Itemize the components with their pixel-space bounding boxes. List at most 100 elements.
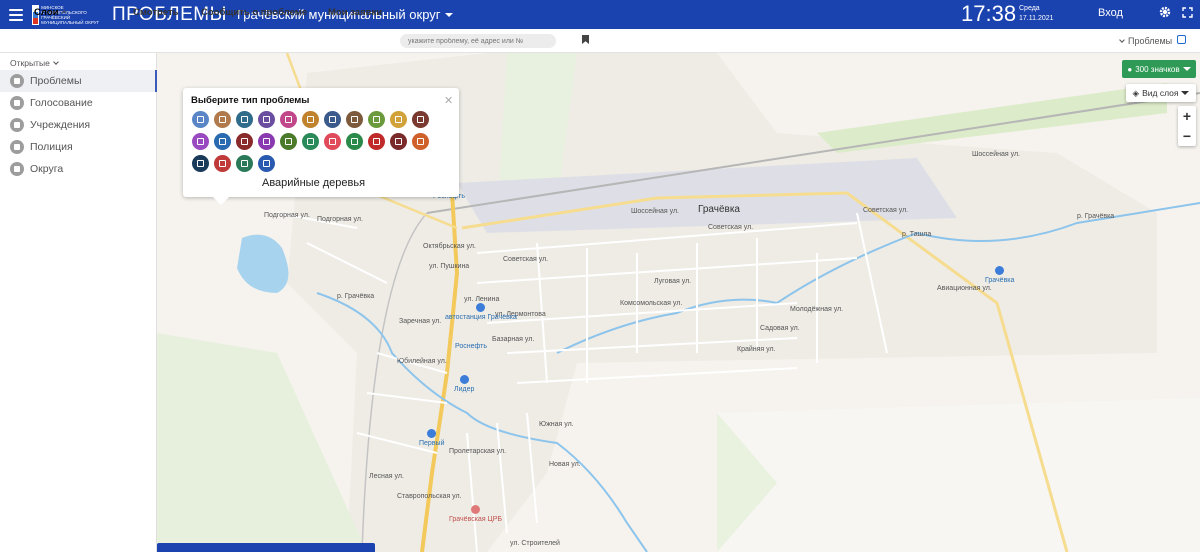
problem-category-button[interactable]	[192, 133, 209, 150]
nav-view[interactable]: Смотреть	[133, 7, 178, 18]
problem-category-button[interactable]	[258, 133, 275, 150]
category-icon	[373, 138, 380, 145]
date: 17.11.2021	[1019, 15, 1054, 22]
category-icon	[219, 160, 226, 167]
problem-category-button[interactable]	[302, 111, 319, 128]
zoom-in-button[interactable]: +	[1178, 106, 1196, 126]
category-icon	[197, 116, 204, 123]
problem-category-button[interactable]	[214, 133, 231, 150]
bottom-panel-tab[interactable]	[157, 543, 375, 552]
sidebar-item-institutions[interactable]: Учреждения	[0, 114, 157, 136]
gear-icon[interactable]	[1159, 6, 1171, 18]
train-icon	[995, 266, 1005, 275]
hospital-icon	[471, 505, 480, 514]
category-icon	[417, 116, 424, 123]
street-label: Новая ул.	[549, 461, 581, 468]
problem-category-button[interactable]	[236, 155, 253, 172]
problem-category-button[interactable]	[390, 111, 407, 128]
category-icon	[219, 138, 226, 145]
toolbar	[0, 29, 1200, 53]
category-icon	[351, 116, 358, 123]
sidebar-item-problems[interactable]: Проблемы	[0, 70, 157, 92]
layers-toggle[interactable]: Слои	[34, 7, 68, 18]
markers-count-button[interactable]: ● 300 значков	[1122, 60, 1196, 78]
category-icon	[373, 116, 380, 123]
problem-category-button[interactable]	[236, 133, 253, 150]
street-label: Авиационная ул.	[937, 285, 992, 292]
date-block: Среда 17.11.2021	[1019, 4, 1054, 24]
poi-train-station[interactable]: Грачёвка	[985, 266, 1014, 284]
problem-category-button[interactable]	[280, 133, 297, 150]
poi-label: Лидер	[454, 386, 475, 393]
street-label: Октябрьская ул.	[423, 243, 476, 250]
problem-category-button[interactable]	[346, 111, 363, 128]
nav-my-requests[interactable]: Мои заявки	[328, 7, 382, 18]
fullscreen-icon[interactable]	[1182, 7, 1193, 18]
sidebar-item-districts[interactable]: Округа	[0, 158, 157, 180]
sidebar-item-label: Учреждения	[30, 119, 91, 131]
problem-type-popup: Выберите тип проблемы ✕ Аварийные деревь…	[183, 88, 459, 205]
problem-category-button[interactable]	[302, 133, 319, 150]
search-input[interactable]	[400, 34, 556, 48]
category-icon	[329, 116, 336, 123]
problem-category-button[interactable]	[412, 111, 429, 128]
problems-filter-toggle[interactable]: Проблемы	[1119, 36, 1173, 46]
export-icon[interactable]	[1177, 35, 1186, 44]
sidebar-item-label: Полиция	[30, 141, 73, 153]
layer-view-button[interactable]: ◈ Вид слоя	[1126, 84, 1196, 102]
category-icon	[197, 138, 204, 145]
problem-category-button[interactable]	[214, 155, 231, 172]
problem-category-button[interactable]	[368, 111, 385, 128]
problem-category-button[interactable]	[368, 133, 385, 150]
problem-category-button[interactable]	[258, 111, 275, 128]
river-label: р. Ташла	[902, 231, 932, 238]
category-icon	[307, 138, 314, 145]
poi-bus-station[interactable]: автостанция Грачёвка	[445, 303, 517, 321]
poi-label: Грачёвская ЦРБ	[449, 516, 502, 523]
street-label: ул. Строителей	[510, 540, 560, 547]
street-label: Крайняя ул.	[737, 346, 776, 353]
zoom-out-button[interactable]: −	[1178, 126, 1196, 146]
category-icon	[307, 116, 314, 123]
chevron-up-icon	[61, 10, 68, 16]
town-label: Грачёвка	[698, 204, 740, 215]
nav-report-problem[interactable]: Сообщить о проблеме	[201, 7, 307, 18]
category-icon	[219, 116, 226, 123]
login-link[interactable]: Вход	[1098, 7, 1123, 19]
status-filter[interactable]: Открытые	[10, 58, 59, 68]
poi-fuel-station[interactable]: Роснефть	[455, 343, 487, 350]
poi-hospital[interactable]: Грачёвская ЦРБ	[449, 505, 502, 523]
close-icon[interactable]: ✕	[444, 94, 453, 107]
problem-category-button[interactable]	[214, 111, 231, 128]
police-icon	[10, 140, 24, 154]
sidebar-item-voting[interactable]: Голосование	[0, 92, 157, 114]
category-icon	[263, 116, 270, 123]
sidebar-item-label: Проблемы	[30, 75, 82, 87]
problem-category-button[interactable]	[280, 111, 297, 128]
filter-label: Проблемы	[1128, 36, 1173, 46]
problem-category-button[interactable]	[324, 133, 341, 150]
problem-category-button[interactable]	[346, 133, 363, 150]
river-label: р. Грачёвка	[337, 293, 375, 300]
sidebar-item-police[interactable]: Полиция	[0, 136, 157, 158]
problem-category-button[interactable]	[192, 111, 209, 128]
problem-category-button[interactable]	[390, 133, 407, 150]
street-label: Заречная ул.	[399, 318, 442, 325]
category-icon	[285, 116, 292, 123]
category-hint: Аварийные деревья	[262, 177, 366, 189]
status-filter-label: Открытые	[10, 58, 50, 68]
poi-store[interactable]: Лидер	[454, 375, 474, 393]
street-label: Советская ул.	[708, 224, 754, 231]
problem-category-button[interactable]	[192, 155, 209, 172]
poi-label: Роснефть	[455, 343, 487, 350]
street-label: ул. Пушкина	[429, 263, 470, 270]
problem-category-button[interactable]	[324, 111, 341, 128]
layers-label: Слои	[34, 7, 59, 18]
problem-category-button[interactable]	[236, 111, 253, 128]
poi-store[interactable]: Первый	[419, 429, 444, 447]
category-icon	[395, 138, 402, 145]
problem-category-button[interactable]	[412, 133, 429, 150]
menu-icon[interactable]	[9, 8, 23, 21]
store-icon	[427, 429, 437, 438]
problem-category-button[interactable]	[258, 155, 275, 172]
